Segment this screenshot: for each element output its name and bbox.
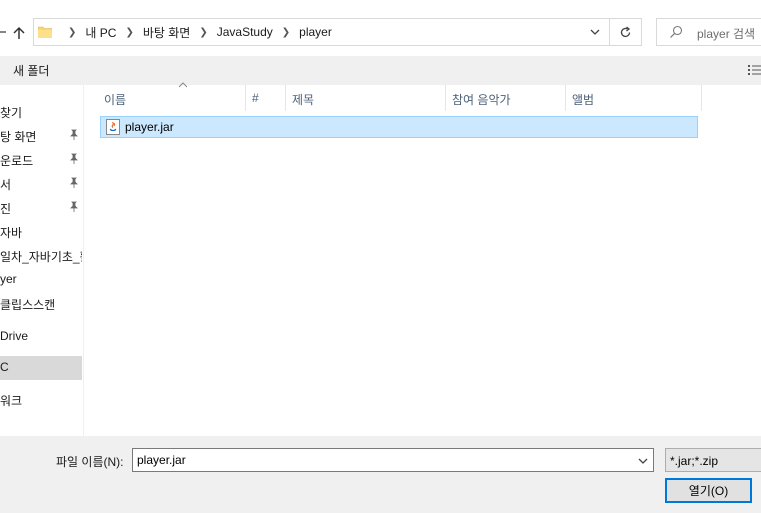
- filename-label: 파일 이름(N):: [56, 455, 124, 469]
- breadcrumb-item[interactable]: JavaStudy: [217, 25, 273, 39]
- nav-item-label: 운로드: [0, 154, 34, 168]
- address-row: ❯ 내 PC ❯ 바탕 화면 ❯ JavaStudy ❯ player play…: [0, 0, 761, 56]
- navigation-pane: 찾기 탕 화면 운로드 서 진 자바 일차_자바기초_활 yer 클립스스캔 D…: [0, 85, 84, 436]
- nav-item-label: 워크: [0, 394, 23, 408]
- view-options-icon[interactable]: [748, 64, 761, 77]
- toolbar: 새 폴더: [0, 56, 761, 85]
- nav-item-java-folder[interactable]: 자바: [0, 220, 82, 244]
- nav-item-documents[interactable]: 서: [0, 172, 82, 196]
- nav-item-label: 진: [0, 202, 12, 216]
- nav-item-network[interactable]: 워크: [0, 388, 82, 412]
- up-button[interactable]: [8, 22, 30, 44]
- breadcrumb-item[interactable]: player: [299, 25, 332, 39]
- column-header-label: 앨범: [572, 93, 595, 107]
- column-header-label: 이름: [104, 93, 127, 107]
- filename-combobox[interactable]: [132, 448, 654, 472]
- search-input[interactable]: player 검색: [656, 18, 761, 46]
- chevron-down-icon[interactable]: [637, 455, 649, 467]
- file-list-pane: 이름 # 제목 참여 음악가 앨범 player.jar: [85, 82, 761, 436]
- search-icon: [670, 25, 683, 38]
- nav-item-label: C: [0, 360, 9, 374]
- chevron-down-icon[interactable]: [589, 26, 601, 38]
- file-name: player.jar: [125, 120, 174, 134]
- filename-input[interactable]: [133, 449, 633, 471]
- back-arrow-icon[interactable]: [0, 24, 6, 40]
- nav-item-label: 클립스스캔: [0, 298, 56, 312]
- pin-icon: [70, 177, 78, 188]
- search-placeholder: player 검색: [697, 27, 756, 41]
- nav-item-this-pc[interactable]: C: [0, 356, 82, 380]
- file-row[interactable]: player.jar: [100, 116, 698, 138]
- address-bar[interactable]: ❯ 내 PC ❯ 바탕 화면 ❯ JavaStudy ❯ player: [33, 18, 610, 46]
- java-jar-icon: [106, 119, 120, 135]
- breadcrumb-separator-icon: ❯: [68, 26, 77, 38]
- sort-ascending-icon: [178, 82, 188, 88]
- column-header-label: #: [252, 91, 259, 105]
- up-arrow-icon: [13, 26, 25, 39]
- folder-icon: [38, 26, 52, 38]
- column-header-title[interactable]: 제목: [286, 85, 446, 111]
- breadcrumb-separator-icon[interactable]: ❯: [282, 27, 290, 38]
- column-header-track-number[interactable]: #: [246, 85, 286, 111]
- nav-item-label: 탕 화면: [0, 130, 37, 144]
- pin-icon: [70, 129, 78, 140]
- open-button[interactable]: 열기(O): [665, 478, 752, 503]
- file-type-filter-value: *.jar;*.zip: [670, 454, 719, 468]
- nav-item-downloads[interactable]: 운로드: [0, 148, 82, 172]
- nav-item-label: yer: [0, 272, 17, 286]
- column-header-contributing-artists[interactable]: 참여 음악가: [446, 85, 566, 111]
- nav-item-java-basics-folder[interactable]: 일차_자바기초_활: [0, 244, 82, 268]
- file-type-filter[interactable]: *.jar;*.zip: [665, 448, 761, 472]
- nav-item-desktop[interactable]: 탕 화면: [0, 124, 82, 148]
- nav-item-quick-access[interactable]: 찾기: [0, 100, 82, 124]
- nav-item-onedrive[interactable]: Drive: [0, 325, 82, 349]
- nav-item-player-folder[interactable]: yer: [0, 268, 82, 292]
- column-header-label: 제목: [292, 93, 315, 107]
- nav-item-label: 서: [0, 178, 12, 192]
- nav-item-label: 일차_자바기초_활: [0, 250, 82, 264]
- refresh-button[interactable]: [610, 18, 642, 46]
- breadcrumb-item[interactable]: 내 PC: [85, 24, 116, 41]
- pin-icon: [70, 153, 78, 164]
- column-header-album[interactable]: 앨범: [566, 85, 702, 111]
- breadcrumb-separator-icon[interactable]: ❯: [199, 27, 207, 38]
- nav-item-label: 자바: [0, 226, 23, 240]
- nav-item-pictures[interactable]: 진: [0, 196, 82, 220]
- breadcrumb-separator-icon[interactable]: ❯: [125, 27, 133, 38]
- pin-icon: [70, 201, 78, 212]
- breadcrumb-item[interactable]: 바탕 화면: [143, 24, 191, 41]
- dialog-footer: 파일 이름(N): *.jar;*.zip 열기(O): [0, 436, 761, 513]
- column-header-label: 참여 음악가: [452, 93, 511, 107]
- column-header-name[interactable]: 이름: [98, 82, 246, 111]
- nav-item-label: Drive: [0, 329, 29, 343]
- nav-item-label: 찾기: [0, 106, 23, 120]
- refresh-icon: [620, 25, 631, 37]
- nav-item-eclipse-scan-folder[interactable]: 클립스스캔: [0, 292, 82, 316]
- open-button-label: 열기(O): [688, 484, 729, 498]
- new-folder-button[interactable]: 새 폴더: [13, 62, 49, 79]
- breadcrumb: ❯ 내 PC ❯ 바탕 화면 ❯ JavaStudy ❯ player: [59, 19, 332, 45]
